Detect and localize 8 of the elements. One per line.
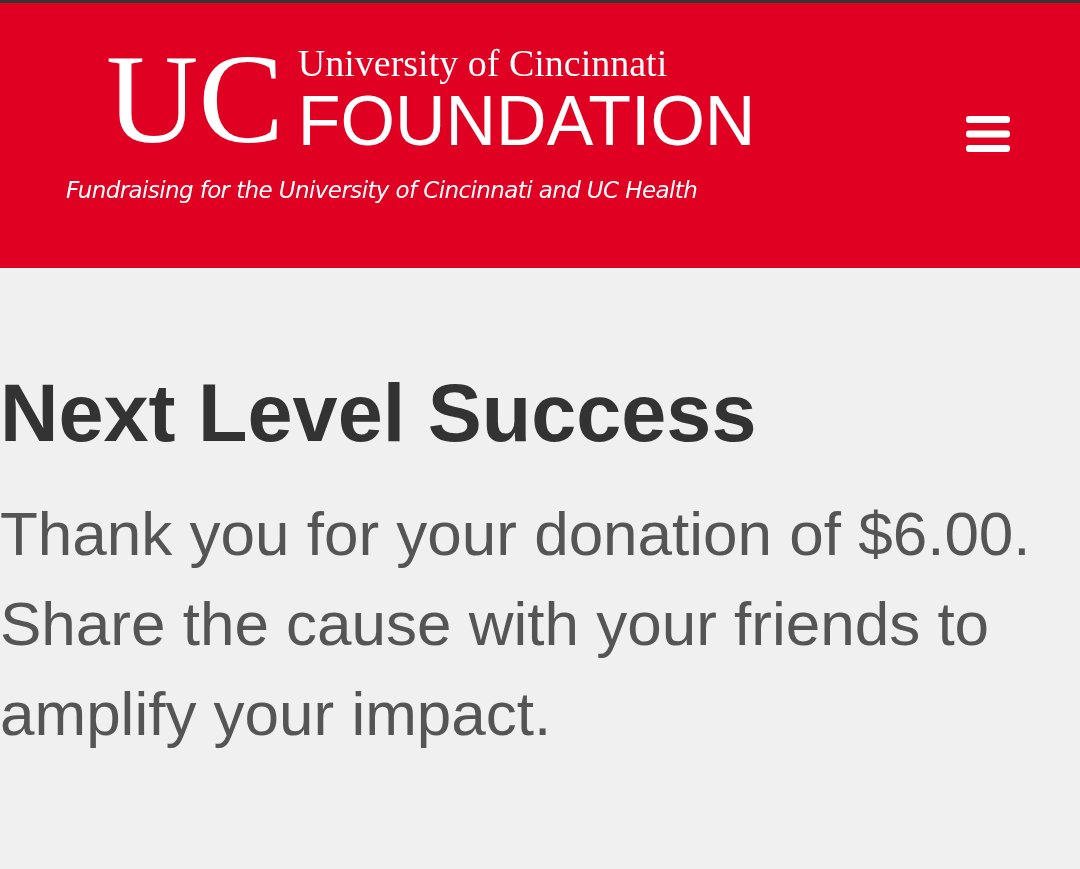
logo-monogram: UC <box>106 33 284 165</box>
page-title: Next Level Success <box>0 367 758 460</box>
logo-name: University of Cincinnati <box>297 41 669 85</box>
logo-title: FOUNDATION <box>297 85 756 157</box>
thank-you-message: Thank you for your donation of $6.00. Share the cause with your friends to amplify your impact. <box>0 498 1032 750</box>
menu-button[interactable] <box>966 115 1010 153</box>
menu-icon <box>966 116 1010 152</box>
logo-tagline: Fundraising for the University of Cincinnati and UC Health <box>66 176 699 205</box>
